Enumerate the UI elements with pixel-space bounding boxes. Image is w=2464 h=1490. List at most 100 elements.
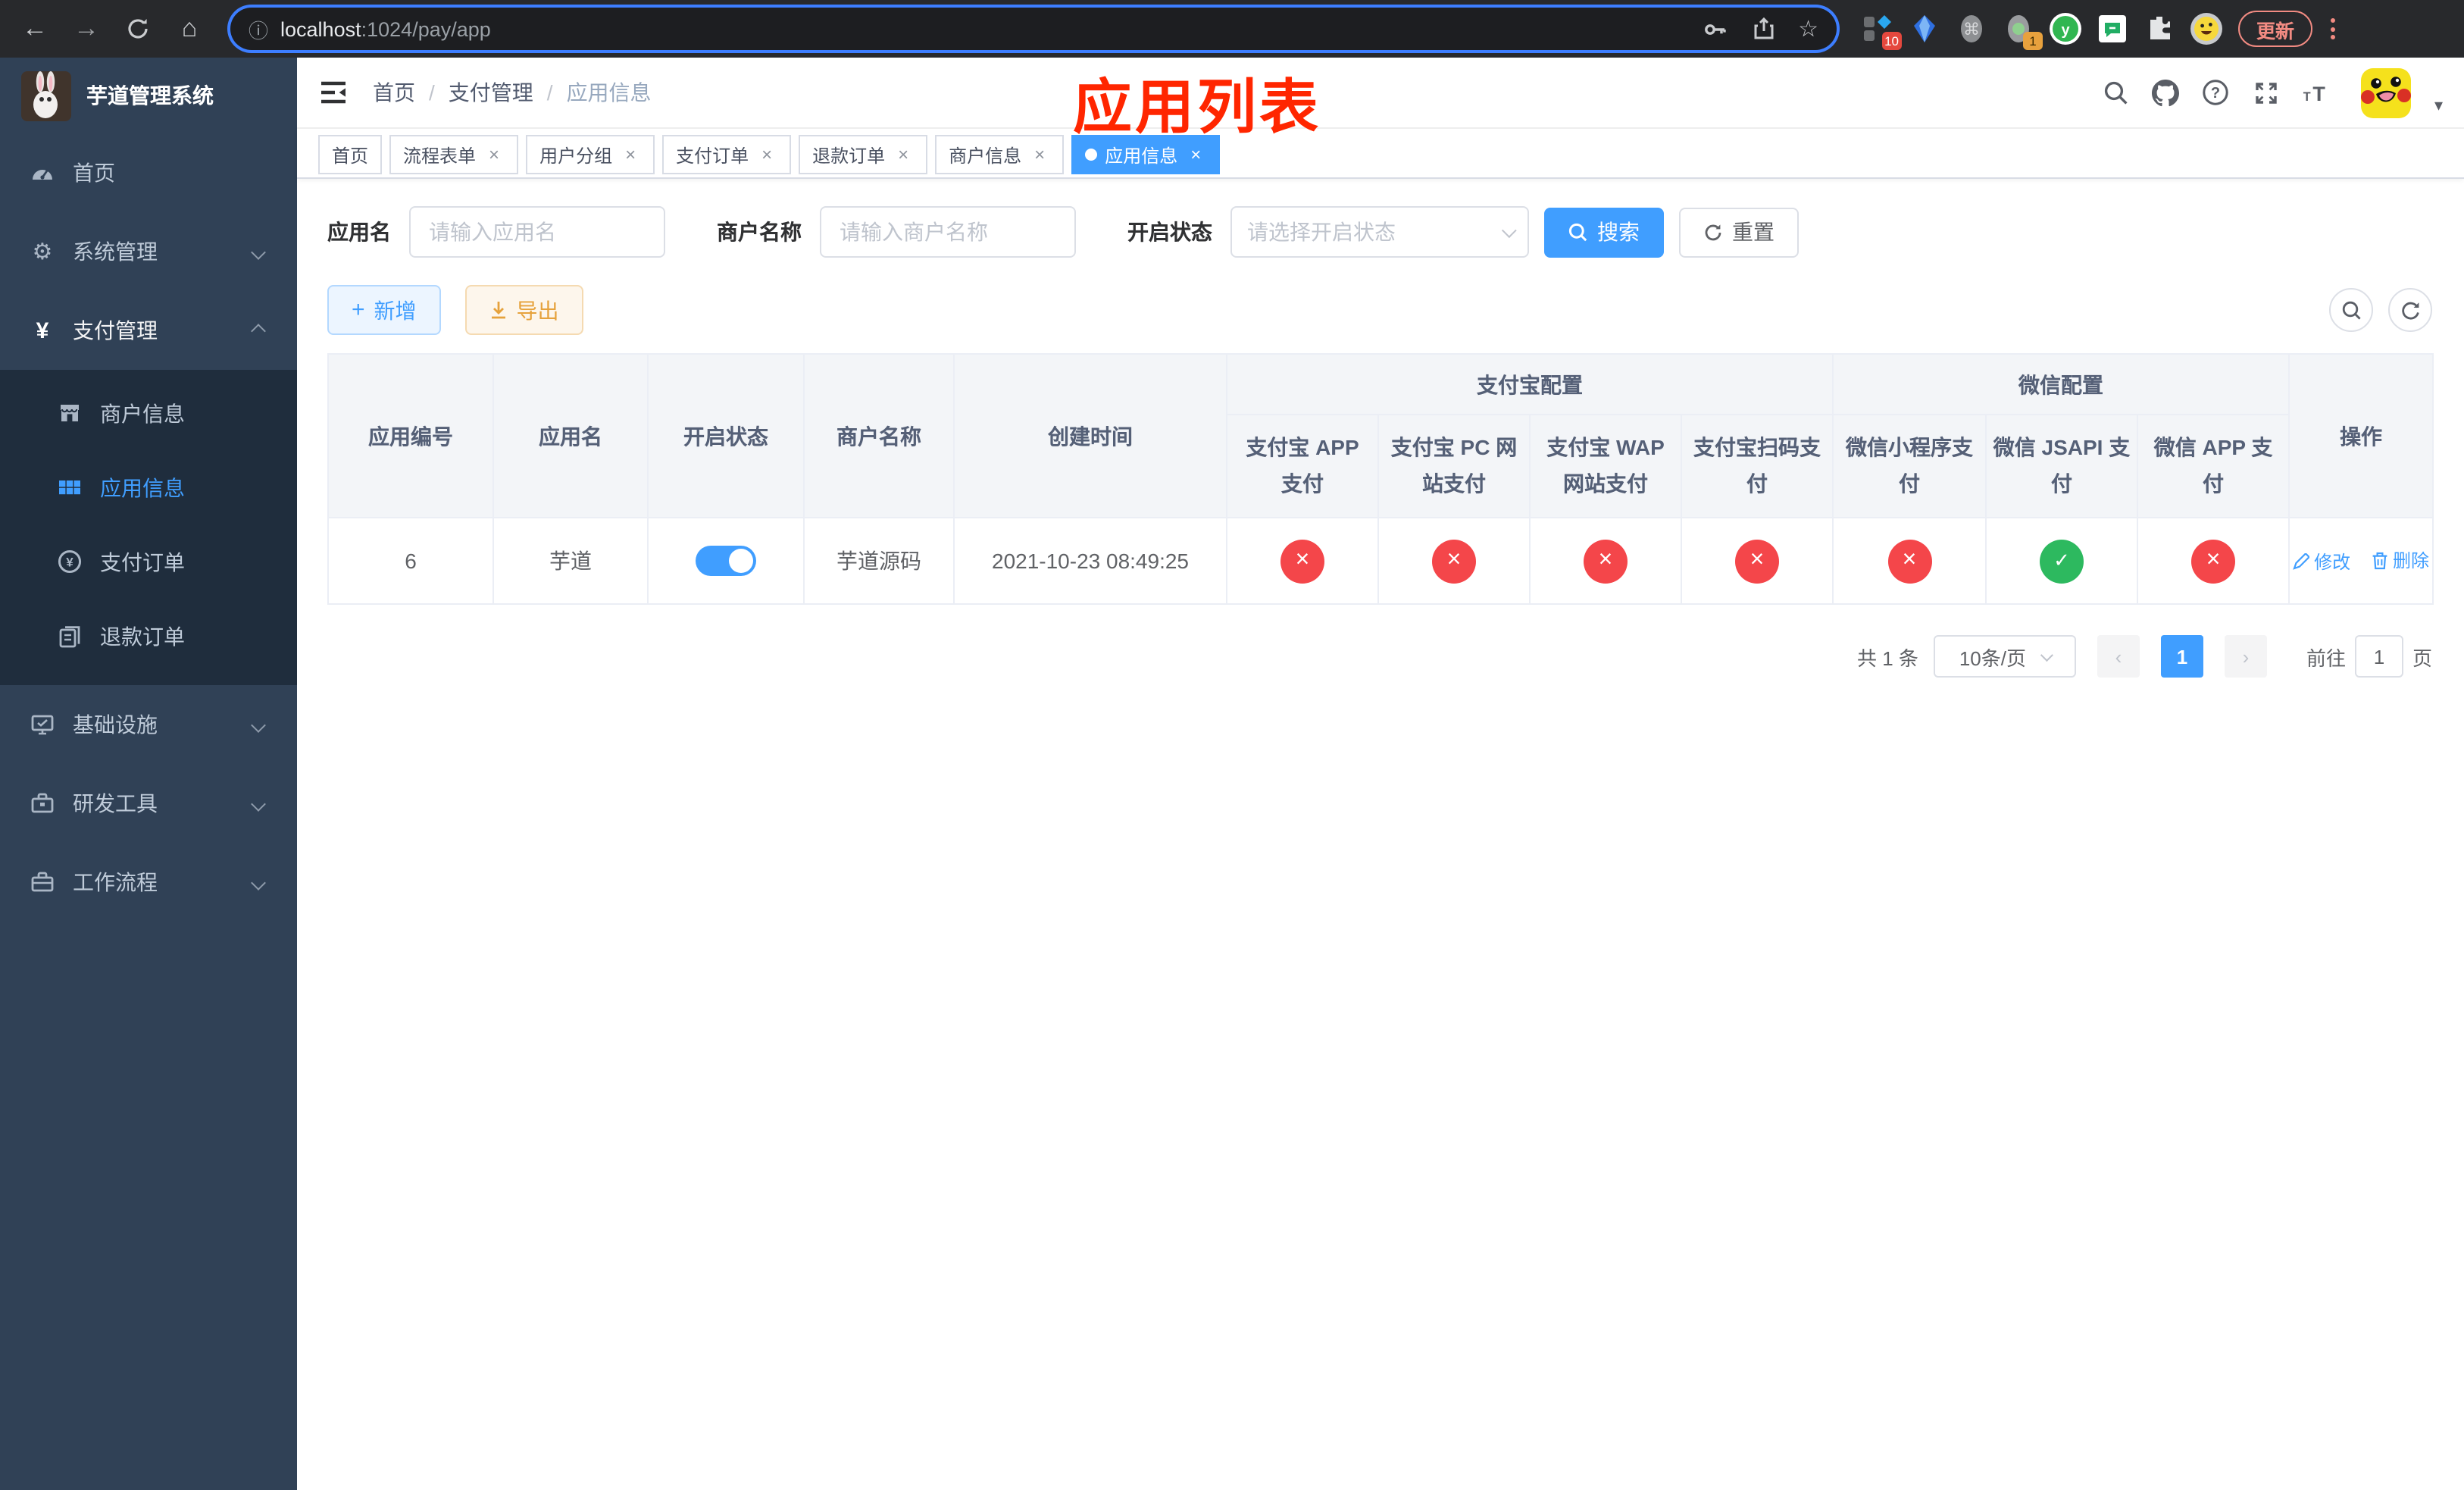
- sidebar-item-pay-order[interactable]: ¥ 支付订单: [0, 524, 297, 599]
- bookmark-star-icon[interactable]: ☆: [1798, 15, 1818, 42]
- next-page-button[interactable]: ›: [2224, 635, 2267, 678]
- cell-app-id: 6: [327, 517, 494, 605]
- tab-home[interactable]: 首页: [318, 135, 383, 174]
- vue-devtools-extension-icon[interactable]: y: [2049, 12, 2082, 45]
- chevron-down-icon: [251, 796, 266, 811]
- help-icon[interactable]: ?: [2203, 79, 2230, 106]
- tab-pay-order[interactable]: 支付订单 ×: [662, 135, 792, 174]
- app-name-input[interactable]: [409, 206, 665, 258]
- browser-back-icon[interactable]: ←: [12, 6, 58, 52]
- merchant-name-input[interactable]: [820, 206, 1076, 258]
- puzzle-extensions-icon[interactable]: [2143, 12, 2176, 45]
- edit-link[interactable]: 修改: [2293, 549, 2350, 574]
- close-icon[interactable]: ×: [1029, 144, 1050, 165]
- dashboard-icon: [30, 161, 55, 185]
- browser-home-icon[interactable]: ⌂: [167, 6, 212, 52]
- fullscreen-icon[interactable]: [2253, 79, 2280, 106]
- collection-extension-icon[interactable]: 10: [1861, 12, 1902, 50]
- search-form: 应用名 商户名称 开启状态 请选择开启状态 搜索: [327, 206, 2464, 258]
- close-icon[interactable]: ×: [756, 144, 777, 165]
- search-button[interactable]: 搜索: [1544, 207, 1664, 257]
- chevron-down-icon: [2040, 649, 2053, 662]
- tab-flow-form[interactable]: 流程表单 ×: [389, 135, 519, 174]
- merchant-name-label: 商户名称: [717, 220, 802, 244]
- user-avatar[interactable]: [2361, 67, 2412, 117]
- sidebar-item-label: 工作流程: [73, 870, 158, 894]
- profile-avatar-icon[interactable]: [2190, 12, 2223, 45]
- col-header-wechat-mini: 微信小程序支付: [1832, 414, 1987, 518]
- sidebar-item-label: 支付管理: [73, 318, 158, 343]
- breadcrumb-home[interactable]: 首页: [373, 77, 415, 108]
- svg-text:¥: ¥: [66, 556, 73, 570]
- app-title: 芋道管理系统: [86, 83, 214, 108]
- sidebar-item-label: 商户信息: [100, 401, 185, 425]
- github-icon[interactable]: [2152, 79, 2180, 106]
- col-header-actions: 操作: [2288, 353, 2434, 518]
- chat-extension-icon[interactable]: [2096, 12, 2129, 45]
- prev-page-button[interactable]: ‹: [2097, 635, 2140, 678]
- sidebar-item-workflow[interactable]: 工作流程: [0, 843, 297, 922]
- cell-created: 2021-10-23 08:49:25: [953, 517, 1227, 605]
- font-size-icon[interactable]: TT: [2303, 79, 2330, 106]
- cell-merchant: 芋道源码: [803, 517, 955, 605]
- toggle-search-icon-button[interactable]: [2329, 288, 2373, 332]
- sidebar-item-payment[interactable]: ¥ 支付管理: [0, 291, 297, 370]
- logo-rabbit-image: [21, 70, 71, 121]
- share-icon[interactable]: [1750, 15, 1777, 42]
- cell-status: [647, 517, 805, 605]
- browser-menu-icon[interactable]: [2322, 11, 2343, 47]
- page-size-select[interactable]: 10条/页: [1933, 635, 2076, 678]
- col-header-wechat-app: 微信 APP 支付: [2136, 414, 2290, 518]
- sidebar-item-merchant-info[interactable]: 商户信息: [0, 376, 297, 450]
- export-button[interactable]: 导出: [464, 285, 583, 335]
- url-text[interactable]: localhost:1024/pay/app: [280, 17, 1689, 40]
- search-icon[interactable]: [2103, 79, 2130, 106]
- status-select[interactable]: 请选择开启状态: [1230, 206, 1529, 258]
- extension-badge: 10: [1881, 32, 1902, 50]
- sidebar-item-system[interactable]: ⚙ 系统管理: [0, 212, 297, 291]
- col-header-alipay-app: 支付宝 APP 支付: [1226, 414, 1379, 518]
- address-bar[interactable]: ⓘ localhost:1024/pay/app ☆: [230, 8, 1837, 50]
- chevron-up-icon: [251, 323, 266, 338]
- tab-refund-order[interactable]: 退款订单 ×: [799, 135, 928, 174]
- browser-reload-icon[interactable]: [115, 6, 161, 52]
- add-button[interactable]: + 新增: [327, 285, 441, 335]
- browser-forward-icon[interactable]: →: [64, 6, 109, 52]
- svg-text:T: T: [2304, 89, 2312, 103]
- close-icon[interactable]: ×: [620, 144, 641, 165]
- sidebar-item-label: 退款订单: [100, 624, 185, 648]
- cell-actions: 修改 删除: [2288, 517, 2434, 605]
- reset-button[interactable]: 重置: [1679, 207, 1799, 257]
- recorder-extension-icon[interactable]: 1: [2002, 12, 2043, 50]
- tab-user-group[interactable]: 用户分组 ×: [526, 135, 655, 174]
- close-icon[interactable]: ×: [483, 144, 505, 165]
- sidebar-item-app-info[interactable]: 应用信息: [0, 450, 297, 524]
- app-logo[interactable]: 芋道管理系统: [0, 58, 297, 133]
- col-header-alipay-scan: 支付宝扫码支付: [1681, 414, 1834, 518]
- sidebar-item-refund-order[interactable]: 退款订单: [0, 599, 297, 673]
- alipay-scan-status-icon: [1735, 539, 1779, 583]
- sidebar-item-devtools[interactable]: 研发工具: [0, 764, 297, 843]
- sidebar-item-home[interactable]: 首页: [0, 133, 297, 212]
- current-page-button[interactable]: 1: [2160, 635, 2203, 678]
- tab-merchant-info[interactable]: 商户信息 ×: [935, 135, 1065, 174]
- status-toggle[interactable]: [696, 546, 756, 576]
- command-extension-icon[interactable]: ⌘: [1955, 12, 1988, 45]
- avatar-caret-icon[interactable]: ▾: [2434, 95, 2443, 114]
- app-table: 应用编号 应用名 开启状态 商户名称 创建时间 支付宝配置 微信配置 操作 支付…: [327, 353, 2434, 605]
- password-key-icon[interactable]: [1701, 15, 1728, 42]
- close-icon[interactable]: ×: [893, 144, 914, 165]
- refresh-icon-button[interactable]: [2388, 288, 2432, 332]
- delete-link[interactable]: 删除: [2372, 548, 2429, 574]
- goto-page-input[interactable]: [2354, 635, 2403, 678]
- collapse-sidebar-icon[interactable]: [318, 77, 349, 108]
- cell-app-name: 芋道: [492, 517, 649, 605]
- goto-label: 前往: [2306, 646, 2346, 669]
- browser-update-button[interactable]: 更新: [2238, 11, 2313, 47]
- col-header-app-id: 应用编号: [327, 353, 494, 518]
- breadcrumb-payment[interactable]: 支付管理: [449, 77, 533, 108]
- blue-gem-extension-icon[interactable]: [1908, 12, 1941, 45]
- close-icon[interactable]: ×: [1185, 144, 1206, 165]
- site-info-icon[interactable]: ⓘ: [249, 14, 268, 43]
- sidebar-item-infrastructure[interactable]: 基础设施: [0, 685, 297, 764]
